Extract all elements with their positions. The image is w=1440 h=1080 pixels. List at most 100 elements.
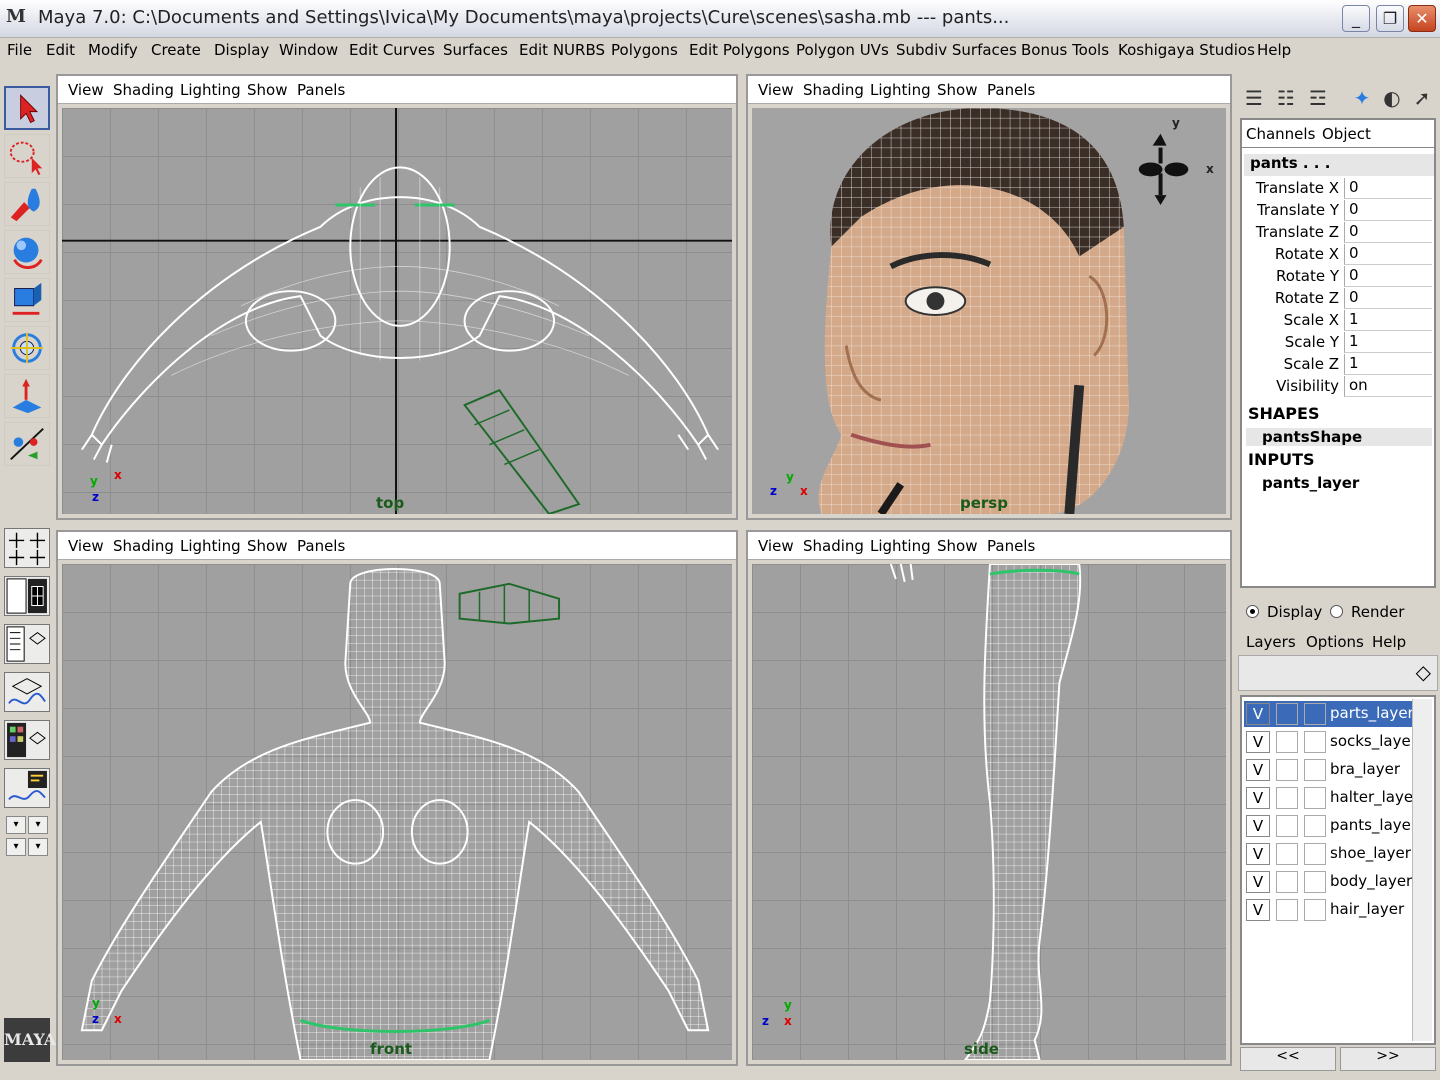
menu-subdiv-surfaces[interactable]: Subdiv Surfaces [896,41,1017,59]
viewport-menu-view[interactable]: View [758,81,794,99]
viewport-canvas-side[interactable]: y z x side [752,564,1226,1060]
layer-color-swatch[interactable] [1304,815,1326,837]
layout-dropdown-3-icon[interactable]: ▾ [6,838,26,856]
layer-row[interactable]: Vpants_layer [1244,813,1417,839]
tab-object[interactable]: Object [1322,125,1371,143]
viewport-menu-lighting[interactable]: Lighting [180,537,241,555]
viewport-menu-show[interactable]: Show [247,81,287,99]
tab-channels[interactable]: Channels [1246,125,1315,143]
tool-settings-toggle-icon[interactable]: ☲ [1304,84,1332,112]
layer-color-swatch[interactable] [1304,759,1326,781]
move-manipulator-icon[interactable]: ✦ [1348,84,1376,112]
template-toggle[interactable] [1276,787,1298,809]
channel-box-toggle-icon[interactable]: ☰ [1240,84,1268,112]
template-toggle[interactable] [1276,815,1298,837]
viewport-menu-panels[interactable]: Panels [987,81,1035,99]
display-layers-radio[interactable]: Display [1246,603,1322,621]
viewport-menu-panels[interactable]: Panels [987,537,1035,555]
attr-value-field[interactable]: 1 [1344,354,1432,375]
show-manipulator-tool-icon[interactable] [4,374,50,418]
attr-row[interactable]: Scale X 1 [1244,310,1434,332]
layer-row[interactable]: Vbra_layer [1244,757,1414,783]
viewport-side[interactable]: View Shading Lighting Show Panels y z x … [746,530,1232,1066]
template-toggle[interactable] [1276,843,1298,865]
viewport-menu-lighting[interactable]: Lighting [180,81,241,99]
menu-edit-curves[interactable]: Edit Curves [349,41,435,59]
input-node-item[interactable]: pants_layer [1262,474,1359,492]
template-toggle[interactable] [1276,759,1298,781]
attr-row[interactable]: Scale Z 1 [1244,354,1434,376]
visibility-toggle[interactable]: V [1246,759,1270,781]
layer-color-swatch[interactable] [1304,843,1326,865]
viewport-menu-view[interactable]: View [758,537,794,555]
layout-dropdown-1-icon[interactable]: ▾ [6,816,26,834]
visibility-toggle[interactable]: V [1246,731,1270,753]
paint-select-tool-icon[interactable] [4,182,50,226]
viewport-persp[interactable]: View Shading Lighting Show Panels y x y … [746,74,1232,520]
viewport-menu-show[interactable]: Show [937,537,977,555]
attr-row[interactable]: Translate Y 0 [1244,200,1434,222]
menu-help[interactable]: Help [1257,41,1291,59]
attr-value-field[interactable]: 0 [1344,178,1432,199]
selected-object-name[interactable]: pants . . . [1244,154,1434,176]
menu-modify[interactable]: Modify [88,41,138,59]
scale-tool-icon[interactable] [4,326,50,370]
menu-surfaces[interactable]: Surfaces [443,41,508,59]
attr-value-field[interactable]: 0 [1344,222,1432,243]
attr-row[interactable]: Scale Y 1 [1244,332,1434,354]
attr-value-field[interactable]: 0 [1344,200,1432,221]
layer-color-swatch[interactable] [1304,703,1326,725]
options-menu[interactable]: Options [1306,633,1364,651]
layer-row[interactable]: Vparts_layer [1244,701,1414,727]
layer-nav-prev-button[interactable]: << [1240,1047,1336,1071]
attr-row[interactable]: Translate X 0 [1244,178,1434,200]
viewport-canvas-front[interactable]: y z x front [62,564,732,1060]
layer-color-swatch[interactable] [1304,871,1326,893]
four-panel-layout-icon[interactable] [4,528,50,568]
menu-bonus-tools[interactable]: Bonus Tools [1021,41,1109,59]
visibility-toggle[interactable]: V [1246,787,1270,809]
attr-value-field[interactable]: 0 [1344,266,1432,287]
viewport-menu-shading[interactable]: Shading [113,537,174,555]
new-layer-icon[interactable]: ◇ [1416,660,1431,684]
attr-value-field[interactable]: 0 [1344,288,1432,309]
attr-row[interactable]: Rotate Z 0 [1244,288,1434,310]
layer-list-scrollbar[interactable] [1412,699,1432,1041]
close-button[interactable]: ✕ [1408,5,1436,32]
layer-nav-next-button[interactable]: >> [1340,1047,1436,1071]
menu-polygon-uvs[interactable]: Polygon UVs [796,41,889,59]
layer-color-swatch[interactable] [1304,731,1326,753]
visibility-toggle[interactable]: V [1246,871,1270,893]
script-editor-layout-icon[interactable] [4,768,50,808]
template-toggle[interactable] [1276,871,1298,893]
menu-edit-nurbs[interactable]: Edit NURBS [519,41,605,59]
menu-edit-polygons[interactable]: Edit Polygons [689,41,790,59]
template-toggle[interactable] [1276,899,1298,921]
hypershade-layout-icon[interactable] [4,720,50,760]
layout-dropdown-2-icon[interactable]: ▾ [28,816,48,834]
layer-row[interactable]: Vbody_layer [1244,869,1414,895]
template-toggle[interactable] [1276,703,1298,725]
viewport-menu-lighting[interactable]: Lighting [870,81,931,99]
viewport-menu-show[interactable]: Show [247,537,287,555]
graph-editor-layout-icon[interactable] [4,672,50,712]
menu-window[interactable]: Window [279,41,338,59]
menu-polygons[interactable]: Polygons [611,41,678,59]
layers-menu[interactable]: Layers [1246,633,1296,651]
single-perspective-layout-icon[interactable] [4,576,50,616]
viewport-menu-view[interactable]: View [68,81,104,99]
last-used-tool-icon[interactable] [4,422,50,466]
attr-value-field[interactable]: on [1344,376,1432,397]
viewport-canvas-persp[interactable]: y x y z x persp [752,108,1226,514]
viewport-menu-panels[interactable]: Panels [297,537,345,555]
attr-row[interactable]: Visibility on [1244,376,1434,398]
viewport-menu-shading[interactable]: Shading [803,537,864,555]
menu-display[interactable]: Display [214,41,269,59]
layer-color-swatch[interactable] [1304,899,1326,921]
outliner-persp-layout-icon[interactable] [4,624,50,664]
select-tool-icon[interactable] [4,86,50,130]
shape-node-item[interactable]: pantsShape [1246,428,1432,446]
help-menu[interactable]: Help [1372,633,1406,651]
attr-row[interactable]: Rotate X 0 [1244,244,1434,266]
viewport-menu-show[interactable]: Show [937,81,977,99]
